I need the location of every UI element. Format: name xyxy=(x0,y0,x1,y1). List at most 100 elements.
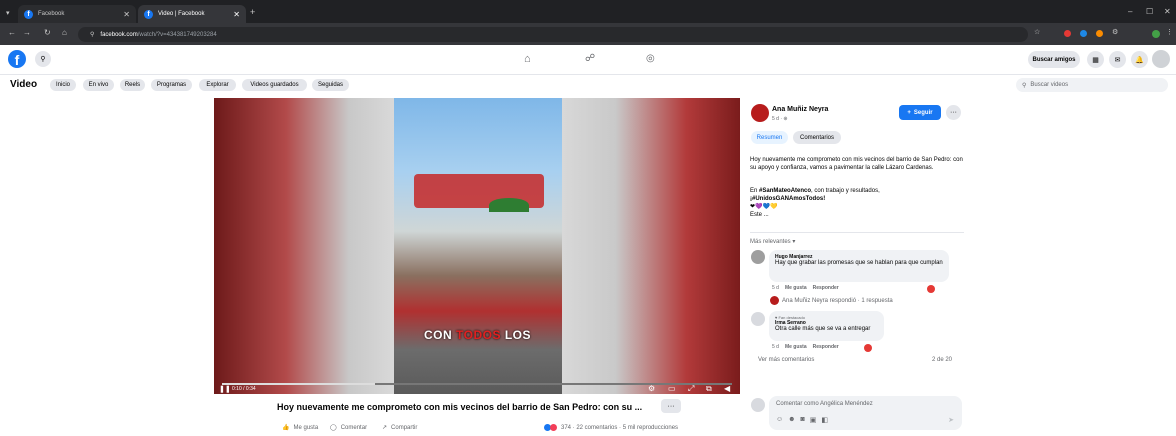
video-search-field[interactable]: ⚲ Buscar videos xyxy=(1016,78,1168,92)
comment-bubble: Hugo Manjarrez Hay que grabar las promes… xyxy=(769,250,949,282)
text: En xyxy=(750,188,760,194)
site-info-icon[interactable]: ⚲ xyxy=(90,31,94,38)
author-name[interactable]: Ana Muñiz Neyra xyxy=(772,106,828,113)
messenger-icon[interactable]: ✉ xyxy=(1109,51,1126,68)
home-icon[interactable]: ⌂ xyxy=(524,53,531,65)
more-comments-link[interactable]: Ver más comentarios xyxy=(758,357,814,363)
profile-icon[interactable] xyxy=(1152,30,1160,38)
camera-icon[interactable]: ◙ xyxy=(801,416,805,424)
pause-icon[interactable]: ❚❚ xyxy=(219,385,231,393)
avatar-sticker-icon[interactable]: ☺ xyxy=(776,416,783,424)
extension-icon[interactable] xyxy=(1064,30,1071,37)
comment-reply-link[interactable]: Responder xyxy=(813,285,839,291)
volume-icon[interactable]: ◀ xyxy=(724,384,730,393)
comment-like-link[interactable]: Me gusta xyxy=(785,344,807,350)
fullscreen-icon[interactable]: ⤢ xyxy=(688,384,694,394)
search-placeholder: Buscar videos xyxy=(1030,82,1069,88)
sticker-icon[interactable]: ◧ xyxy=(821,416,828,424)
back-icon[interactable]: ← xyxy=(8,28,16,37)
share-button[interactable]: ↗ Compartir xyxy=(382,424,417,432)
video-caption: CON TODOS LOS xyxy=(424,328,531,342)
account-avatar[interactable] xyxy=(1152,50,1170,68)
video-frame xyxy=(394,98,562,394)
search-icon[interactable]: ⚲ xyxy=(35,51,51,67)
groups-icon[interactable]: ◎ xyxy=(646,53,655,64)
reload-icon[interactable]: ↻ xyxy=(44,28,51,37)
friends-icon[interactable]: ☍ xyxy=(585,53,595,64)
my-avatar[interactable] xyxy=(751,398,765,412)
author-avatar[interactable] xyxy=(751,104,769,122)
stats-text: 374 · 22 comentarios · 5 mil reproduccio… xyxy=(561,424,679,431)
view-replies-link[interactable]: Ana Muñiz Neyra respondió · 1 respuesta xyxy=(770,296,893,305)
post-options-icon[interactable]: ··· xyxy=(946,105,961,120)
post-stats[interactable]: 374 · 22 comentarios · 5 mil reproduccio… xyxy=(544,424,678,431)
tab-resumen[interactable]: Resumen xyxy=(751,131,788,144)
comment-icon: ◯ xyxy=(330,425,337,431)
more-options-button[interactable]: ··· xyxy=(661,399,681,413)
video-blur-right xyxy=(562,98,740,394)
close-tab-icon[interactable]: ✕ xyxy=(123,10,130,19)
minimize-button[interactable]: – xyxy=(1128,7,1132,16)
facebook-logo[interactable]: f xyxy=(8,50,26,68)
post-body: Hoy nuevamente me comprometo con mis vec… xyxy=(750,157,963,171)
miniplayer-icon[interactable]: ⧉ xyxy=(706,384,712,394)
tab-seguidas[interactable]: Seguidas xyxy=(312,79,349,91)
like-button[interactable]: 👍 Me gusta xyxy=(282,424,318,432)
maximize-button[interactable]: ☐ xyxy=(1146,7,1153,16)
comment-input[interactable]: Comentar como Angélica Menéndez ☺ ☻ ◙ ▣ … xyxy=(769,396,962,430)
love-reaction-icon xyxy=(550,424,557,431)
tab-videos-guardados[interactable]: Videos guardados xyxy=(242,79,307,91)
captions-icon[interactable]: ▭ xyxy=(668,384,676,393)
hashtag-link[interactable]: ¡#UnidosGANAmosTodos! xyxy=(750,196,825,202)
bookmark-star-icon[interactable]: ☆ xyxy=(1034,28,1040,36)
comment-button[interactable]: ◯ Comentar xyxy=(330,424,368,432)
extensions-puzzle-icon[interactable]: ⚙ xyxy=(1112,28,1118,36)
facebook-favicon-icon: f xyxy=(144,9,153,19)
close-window-button[interactable]: ✕ xyxy=(1164,7,1171,16)
tab-explorar[interactable]: Explorar xyxy=(199,79,236,91)
find-friends-button[interactable]: Buscar amigos xyxy=(1028,51,1080,68)
video-blur-left xyxy=(214,98,394,394)
comment-actions: 5 d Me gusta Responder xyxy=(772,285,839,291)
post-time: 5 d · ⊕ xyxy=(772,116,788,122)
comment-like-link[interactable]: Me gusta xyxy=(785,285,807,291)
tab-programas[interactable]: Programas xyxy=(151,79,192,91)
comment-reply-link[interactable]: Responder xyxy=(813,344,839,350)
tab-video-facebook[interactable]: f Video | Facebook ✕ xyxy=(138,5,246,23)
post-body-hashtags: En #SanMateoAtenco, con trabajo y result… xyxy=(750,187,964,219)
tab-en-vivo[interactable]: En vivo xyxy=(83,79,114,91)
menu-grid-icon[interactable]: ▦ xyxy=(1087,51,1104,68)
emoji-icon[interactable]: ☻ xyxy=(788,416,795,424)
tab-comentarios[interactable]: Comentarios xyxy=(793,131,841,144)
hashtag-link[interactable]: #SanMateoAtenco xyxy=(759,188,811,194)
new-tab-button[interactable]: + xyxy=(250,7,255,17)
notifications-icon[interactable]: 🔔 xyxy=(1131,51,1148,68)
send-icon[interactable]: ➤ xyxy=(948,416,954,424)
caption-word-highlight: TODOS xyxy=(456,328,501,342)
extension-icon[interactable] xyxy=(1096,30,1103,37)
commenter-avatar[interactable] xyxy=(751,250,765,264)
sort-dropdown[interactable]: Más relevantes ▾ xyxy=(750,238,795,245)
tab-search-icon[interactable]: ▾ xyxy=(6,9,10,17)
tab-reels[interactable]: Reels xyxy=(120,79,145,91)
tab-facebook[interactable]: f Facebook ✕ xyxy=(18,5,136,23)
url-field[interactable]: ⚲ facebook.com /watch/?v=434381749203284 xyxy=(78,27,1028,42)
video-player[interactable]: CON TODOS LOS xyxy=(214,98,740,394)
follow-button[interactable]: + Seguir xyxy=(899,105,941,120)
hearts-emoji: ❤💜💙💛 xyxy=(750,204,778,210)
gif-icon[interactable]: ▣ xyxy=(810,416,817,424)
comment-actions: 5 d Me gusta Responder xyxy=(772,344,839,350)
reaction-icon xyxy=(864,344,872,352)
close-tab-icon[interactable]: ✕ xyxy=(233,10,240,19)
comment-label: Comentar xyxy=(340,424,368,431)
comments-count: 2 de 20 xyxy=(932,357,953,363)
see-more-link[interactable]: Este ... xyxy=(750,212,769,218)
extension-icon[interactable] xyxy=(1080,30,1087,37)
facebook-favicon-icon: f xyxy=(24,9,33,19)
tab-inicio[interactable]: Inicio xyxy=(50,79,76,91)
browser-menu-icon[interactable]: ⋮ xyxy=(1166,28,1173,36)
commenter-avatar[interactable] xyxy=(751,312,765,326)
home-browser-icon[interactable]: ⌂ xyxy=(62,28,67,37)
forward-icon[interactable]: → xyxy=(23,28,31,37)
settings-icon[interactable]: ⚙ xyxy=(648,384,655,393)
